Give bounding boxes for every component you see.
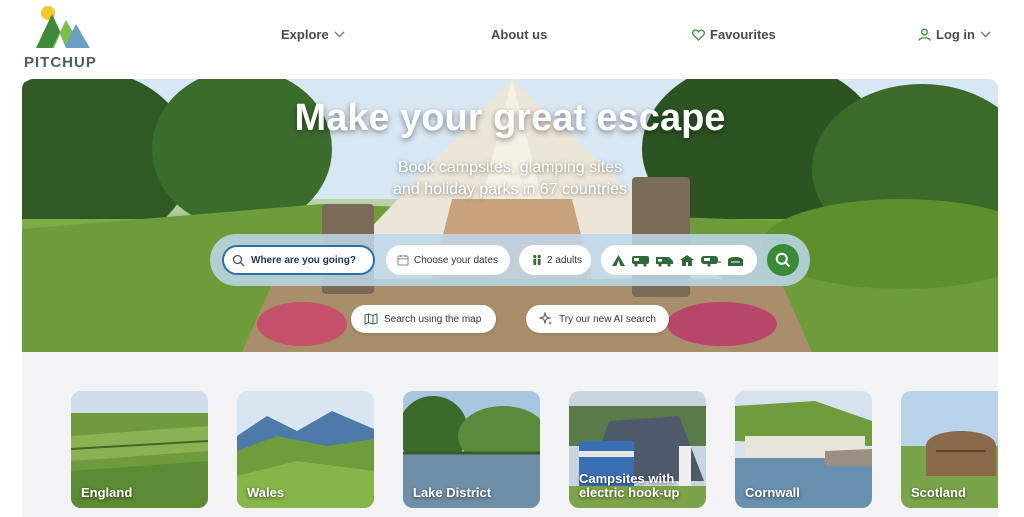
nav-about[interactable]: About us [491, 27, 547, 42]
chevron-down-icon [980, 31, 991, 38]
nav-favourites[interactable]: Favourites [692, 27, 776, 42]
site-header: PITCHUP Explore About us Favourites Log … [0, 0, 1024, 78]
motorhome-icon [656, 256, 673, 267]
destination-card-label: Scotland [911, 485, 966, 500]
nav-explore[interactable]: Explore [281, 27, 345, 42]
chevron-down-icon [334, 31, 345, 38]
user-icon [918, 28, 931, 41]
glamping-pod-icon [728, 256, 743, 266]
destination-card-label: Campsites with electric hook-up [579, 471, 680, 500]
destination-card-wales[interactable]: Wales [237, 391, 374, 508]
destination-card-electric-hookup[interactable]: Campsites with electric hook-up [569, 391, 706, 508]
destination-input[interactable]: Where are you going? [222, 245, 375, 275]
logo-text: PITCHUP [24, 54, 97, 71]
heart-icon [692, 28, 705, 41]
destination-card-label: England [81, 485, 133, 500]
nav-login[interactable]: Log in [918, 27, 991, 42]
destination-card-cornwall[interactable]: Cornwall [735, 391, 872, 508]
calendar-icon [397, 255, 409, 266]
destinations-carousel: England Wales Lake District Campsites wi… [22, 352, 998, 517]
campervan-icon [632, 255, 649, 267]
hero-title: Make your great escape [294, 97, 726, 139]
destination-card-lake-district[interactable]: Lake District [403, 391, 540, 508]
hero-subtitle: Book campsites, glamping sites and holid… [22, 157, 998, 201]
nav-about-label: About us [491, 27, 548, 42]
hero-banner: Make your great escape Book campsites, g… [22, 79, 998, 352]
destination-card-label: Wales [247, 485, 285, 500]
accommodation-type-picker[interactable] [601, 245, 757, 275]
nav-favourites-label: Favourites [710, 27, 776, 42]
tent-icon [612, 254, 625, 266]
pitchup-logo[interactable]: PITCHUP [22, 4, 104, 71]
nav-login-label: Log in [936, 27, 975, 42]
sparkle-icon [539, 312, 552, 325]
search-map-label: Search using the map [384, 313, 482, 325]
destination-input-placeholder: Where are you going? [251, 254, 357, 266]
ai-search-label: Try our new AI search [559, 313, 656, 325]
logo-mark-icon [36, 6, 90, 48]
destination-card-scotland[interactable]: Scotland [901, 391, 998, 508]
dates-picker[interactable]: Choose your dates [386, 245, 510, 275]
ai-search-button[interactable]: Try our new AI search [526, 305, 669, 333]
dates-picker-label: Choose your dates [414, 254, 498, 266]
caravan-icon [701, 255, 721, 267]
hero-subtitle-line-2: and holiday parks in 67 countries [393, 181, 627, 198]
people-icon [533, 254, 541, 266]
map-icon [364, 313, 378, 325]
guests-picker-label: 2 adults [547, 254, 583, 266]
hero-subtitle-line-1: Book campsites, glamping sites [397, 159, 623, 176]
guests-picker[interactable]: 2 adults [519, 245, 591, 275]
lodge-icon [680, 254, 694, 266]
search-icon [775, 252, 791, 268]
search-bar: Where are you going? Choose your dates 2… [210, 234, 810, 286]
search-icon [232, 254, 245, 266]
search-map-button[interactable]: Search using the map [351, 305, 496, 333]
nav-explore-label: Explore [281, 27, 329, 42]
destination-card-label: Lake District [413, 485, 492, 500]
destination-card-label: Cornwall [745, 485, 800, 500]
search-button[interactable] [767, 244, 799, 276]
destination-card-england[interactable]: England [71, 391, 208, 508]
